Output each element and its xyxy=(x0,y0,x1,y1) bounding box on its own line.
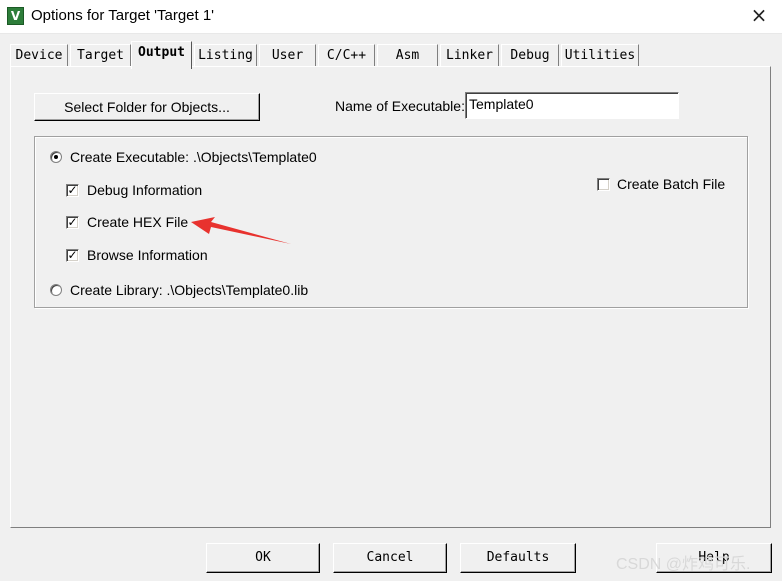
tab-device[interactable]: Device xyxy=(10,44,68,66)
debug-information-label: Debug Information xyxy=(87,182,203,198)
cancel-button[interactable]: Cancel xyxy=(333,543,447,573)
title-bar: V Options for Target 'Target 1' × xyxy=(0,0,782,34)
tab-listing[interactable]: Listing xyxy=(194,44,257,66)
tab-output[interactable]: Output xyxy=(131,41,192,69)
create-library-label: Create Library: .\Objects\Template0.lib xyxy=(70,282,309,298)
executable-name-label: Name of Executable: xyxy=(335,98,465,114)
ok-button[interactable]: OK xyxy=(206,543,320,573)
csdn-watermark: CSDN @炸鸡可乐. xyxy=(616,556,751,573)
close-button[interactable]: × xyxy=(736,0,782,33)
tab-linker[interactable]: Linker xyxy=(440,44,499,66)
create-batch-file-label: Create Batch File xyxy=(617,176,726,192)
create-batch-file-checkbox[interactable] xyxy=(597,178,610,191)
browse-information-label: Browse Information xyxy=(87,247,208,263)
create-hex-file-checkbox[interactable]: ✓ xyxy=(66,216,79,229)
red-arrow-annotation xyxy=(191,217,291,244)
create-library-radio[interactable] xyxy=(50,284,62,296)
select-folder-button[interactable]: Select Folder for Objects... xyxy=(34,93,260,121)
keil-uvision-icon: V xyxy=(7,7,24,25)
executable-name-field[interactable]: Template0 xyxy=(465,92,679,119)
create-executable-label: Create Executable: .\Objects\Template0 xyxy=(70,149,317,165)
tab-debug[interactable]: Debug xyxy=(501,44,559,66)
create-hex-file-label: Create HEX File xyxy=(87,214,189,230)
defaults-button[interactable]: Defaults xyxy=(460,543,576,573)
arrow-shape xyxy=(191,217,291,244)
create-executable-radio[interactable] xyxy=(50,151,62,163)
tab-utilities[interactable]: Utilities xyxy=(561,44,639,66)
debug-information-checkbox[interactable]: ✓ xyxy=(66,184,79,197)
tab-user[interactable]: User xyxy=(259,44,316,66)
tab-c-cpp[interactable]: C/C++ xyxy=(318,44,375,66)
window-title: Options for Target 'Target 1' xyxy=(31,7,215,24)
tab-asm[interactable]: Asm xyxy=(377,44,438,66)
tab-target[interactable]: Target xyxy=(70,44,131,66)
browse-information-checkbox[interactable]: ✓ xyxy=(66,249,79,262)
radio-selected-dot xyxy=(54,155,58,159)
